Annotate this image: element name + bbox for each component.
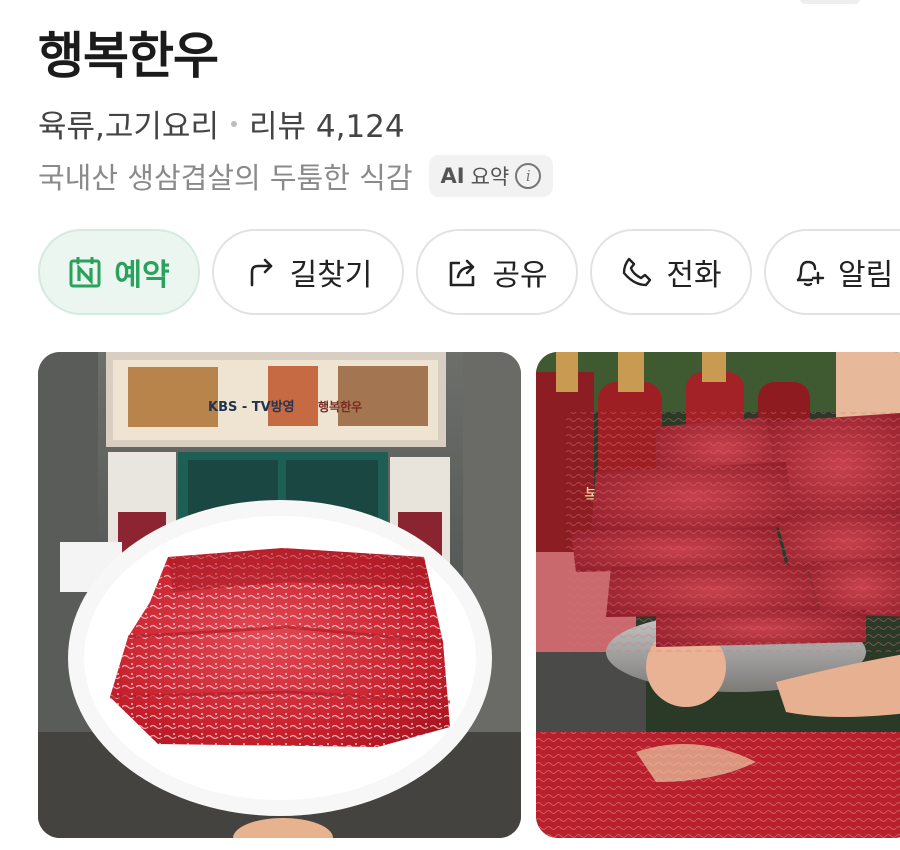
phone-icon: [620, 255, 654, 289]
summary-row: 국내산 생삼겹살의 두툼한 식감 AI 요약 i: [38, 155, 554, 197]
directions-button[interactable]: 길찾기: [212, 229, 404, 315]
storefront-sign-text-2: 행복한우: [318, 399, 362, 414]
route-arrow-icon: [244, 255, 278, 289]
naver-reserve-icon: [68, 255, 102, 289]
call-label: 전화: [666, 258, 722, 293]
reserve-label: 예약: [114, 258, 170, 293]
ai-badge-label: 요약: [470, 165, 510, 189]
place-meta: 육류,고기요리 리뷰 4,124: [38, 101, 405, 146]
storefront-sign-text: KBS - TV방영: [208, 399, 295, 415]
review-count-link[interactable]: 리뷰 4,124: [249, 101, 405, 146]
notify-button[interactable]: 알림: [764, 229, 900, 315]
notify-label: 알림: [838, 258, 894, 293]
ai-badge-prefix: AI: [440, 164, 465, 188]
photo-carousel[interactable]: KBS - TV방영 행복한우: [0, 352, 900, 840]
action-chip-row: 예약 길찾기 공유 전화 알림: [38, 229, 900, 315]
stacked-beef-bowl-photo[interactable]: 복분자: [536, 352, 900, 838]
call-button[interactable]: 전화: [590, 229, 752, 315]
reserve-button[interactable]: 예약: [38, 229, 200, 315]
share-icon: [446, 255, 480, 289]
top-handle: [800, 0, 860, 4]
separator-dot: [230, 120, 237, 127]
place-title: 행복한우: [38, 27, 219, 85]
share-button[interactable]: 공유: [416, 229, 578, 315]
info-icon: i: [515, 163, 542, 189]
share-label: 공유: [492, 258, 548, 293]
storefront-beef-plate-photo[interactable]: KBS - TV방영 행복한우: [38, 352, 521, 838]
ai-summary-badge[interactable]: AI 요약 i: [428, 155, 554, 197]
place-category: 육류,고기요리: [38, 109, 219, 145]
bell-plus-icon: [792, 255, 826, 289]
place-summary: 국내산 생삼겹살의 두툼한 식감: [38, 161, 413, 195]
directions-label: 길찾기: [289, 258, 373, 293]
